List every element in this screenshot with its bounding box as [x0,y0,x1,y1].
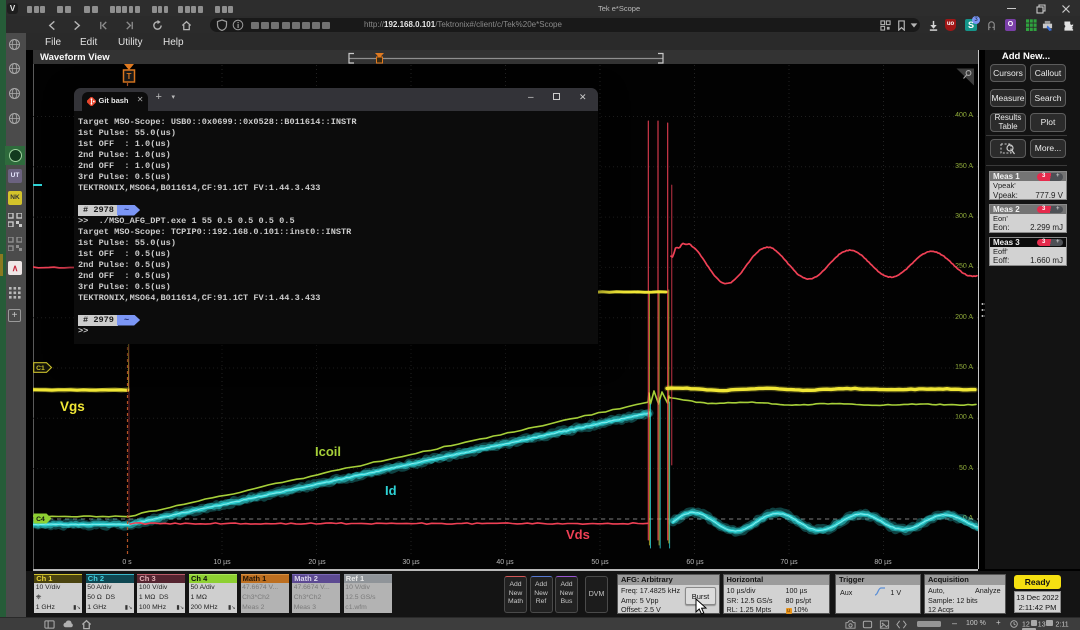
svg-text:C1: C1 [36,365,45,372]
svg-text:T: T [127,72,132,81]
svg-text:C4: C4 [36,516,45,523]
